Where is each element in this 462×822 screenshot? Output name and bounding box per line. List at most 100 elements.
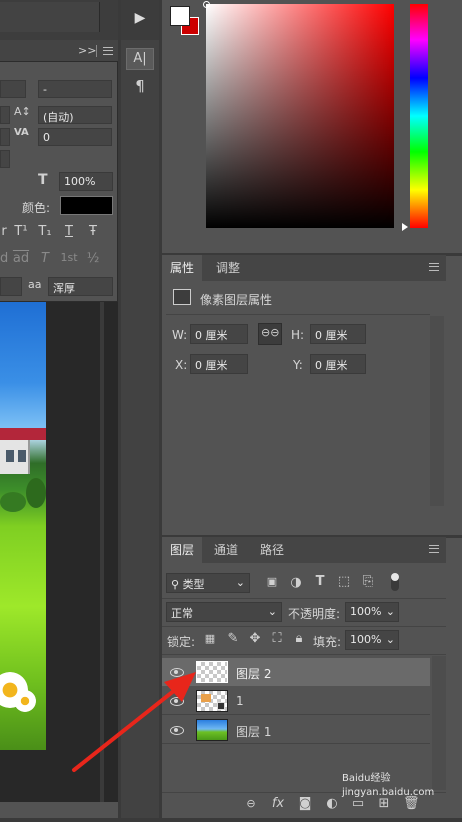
y-value: 0 厘米 bbox=[315, 359, 348, 372]
properties-title: 像素图层属性 bbox=[200, 293, 273, 307]
layers-scrollbar[interactable] bbox=[432, 656, 446, 790]
collapse-icon[interactable]: >> bbox=[78, 44, 96, 57]
character-panel-button[interactable]: A| bbox=[126, 48, 154, 70]
panel-menu-icon[interactable] bbox=[103, 47, 113, 55]
filter-toggle-knob bbox=[391, 573, 399, 581]
w-label: W: bbox=[172, 328, 188, 342]
filter-smart-object-icon[interactable]: ⎘ bbox=[361, 574, 375, 589]
fill-value: 100% bbox=[350, 633, 382, 646]
properties-menu-icon[interactable] bbox=[429, 263, 439, 271]
tab-layers[interactable]: 图层 bbox=[162, 537, 203, 563]
mask-icon[interactable]: ◙ bbox=[297, 796, 313, 811]
faux-italic-icon[interactable]: r bbox=[0, 224, 8, 239]
link-dimensions-button[interactable]: ⊖⊖ bbox=[258, 323, 282, 345]
play-icon[interactable]: ▶ bbox=[128, 10, 152, 26]
lock-artboard-icon[interactable]: ⛶ bbox=[270, 631, 284, 646]
annotation-arrow-shaft bbox=[72, 684, 182, 772]
filter-adjustment-icon[interactable]: ◑ bbox=[289, 575, 303, 590]
layer-name[interactable]: 图层 1 bbox=[236, 723, 271, 740]
hue-slider[interactable] bbox=[410, 4, 428, 228]
blend-mode-dropdown[interactable]: 正常 ⌄ bbox=[166, 602, 282, 622]
chevron-down-icon: ⌄ bbox=[385, 633, 395, 646]
opacity-field[interactable]: 100% ⌄ bbox=[345, 602, 399, 622]
strikethrough-icon[interactable]: Ŧ bbox=[84, 224, 102, 239]
opacity-value: 100% bbox=[350, 605, 382, 618]
properties-scrollbar[interactable] bbox=[430, 316, 444, 506]
tab-channels[interactable]: 通道 bbox=[206, 537, 246, 563]
vertical-scale-value: 100% bbox=[64, 175, 96, 188]
superscript-icon[interactable]: T¹ bbox=[12, 224, 30, 239]
annotation-arrow bbox=[72, 672, 196, 772]
font-size-value: - bbox=[43, 83, 47, 96]
bottom-edge bbox=[0, 818, 462, 822]
tracking-value: 0 bbox=[43, 131, 50, 144]
leading-icon: A↕ bbox=[14, 105, 31, 118]
color-label: 颜色: bbox=[22, 201, 51, 215]
leading-dropdown[interactable]: (自动) bbox=[38, 106, 112, 124]
font-size-dropdown[interactable]: - bbox=[38, 80, 112, 98]
baidu-watermark: Baidu经验 jingyan.baidu.com bbox=[342, 772, 462, 812]
font-style-dropdown[interactable] bbox=[0, 80, 26, 98]
paragraph-icon[interactable]: ¶ bbox=[128, 77, 152, 95]
fill-field[interactable]: 100% ⌄ bbox=[345, 630, 399, 650]
daisy-petals-2 bbox=[14, 690, 36, 712]
filter-pixel-icon[interactable]: ▣ bbox=[265, 575, 279, 588]
annotation-arrow-head bbox=[164, 672, 196, 702]
tree-right bbox=[0, 492, 26, 512]
layers-divider-3 bbox=[162, 654, 446, 655]
link-icon[interactable]: ⊖ bbox=[243, 797, 259, 810]
titling-icon[interactable]: T bbox=[36, 251, 54, 266]
properties-divider bbox=[166, 314, 430, 315]
lock-image-icon[interactable]: ✎ bbox=[226, 631, 240, 646]
layer-name[interactable]: 图层 2 bbox=[236, 665, 271, 682]
properties-tabbar: 属性 调整 bbox=[162, 255, 446, 281]
hue-slider-handle-icon[interactable] bbox=[402, 223, 408, 231]
subscript-icon[interactable]: T₁ bbox=[36, 224, 54, 239]
fraction-icon[interactable]: ½ bbox=[84, 251, 102, 266]
tab-adjustments[interactable]: 调整 bbox=[208, 255, 248, 281]
height-value: 0 厘米 bbox=[315, 329, 348, 342]
layer-name[interactable]: 1 bbox=[236, 694, 244, 708]
saturation-brightness-field[interactable] bbox=[206, 4, 394, 228]
text-color-swatch[interactable] bbox=[60, 196, 113, 215]
fx-icon[interactable]: fx bbox=[270, 796, 286, 811]
vertical-scale-field[interactable]: 100% bbox=[59, 172, 113, 191]
lock-all-icon[interactable]: 🔒︎ bbox=[292, 631, 306, 646]
ligature-icon[interactable]: ad bbox=[12, 251, 30, 266]
y-field[interactable]: 0 厘米 bbox=[310, 354, 366, 374]
chain-link-icon: ⊖⊖ bbox=[261, 326, 280, 339]
lock-transparent-icon[interactable]: ▦ bbox=[203, 632, 217, 645]
left-field-4[interactable] bbox=[0, 150, 10, 168]
filter-shape-icon[interactable]: ⬚ bbox=[337, 574, 351, 589]
underline-icon[interactable]: T bbox=[60, 224, 78, 239]
layer-filter-dropdown[interactable]: ⚲ 类型 ⌄ bbox=[166, 573, 250, 593]
opacity-label: 不透明度: bbox=[288, 607, 341, 621]
language-dropdown[interactable] bbox=[0, 277, 22, 296]
layers-menu-icon[interactable] bbox=[429, 545, 439, 553]
tracking-icon: VA bbox=[14, 127, 29, 138]
watermark-text: Baidu经验 jingyan.baidu.com bbox=[342, 773, 435, 798]
filter-toggle-icon[interactable] bbox=[391, 573, 399, 591]
tracking-dropdown[interactable]: 0 bbox=[38, 128, 112, 146]
adjustment-icon[interactable]: ◐ bbox=[324, 796, 340, 811]
leading-value: (自动) bbox=[43, 111, 74, 124]
swash-icon[interactable]: d bbox=[0, 251, 8, 266]
height-field[interactable]: 0 厘米 bbox=[310, 324, 366, 344]
filter-type-icon[interactable]: T bbox=[313, 574, 327, 589]
canvas-image[interactable] bbox=[0, 302, 46, 750]
house-window-2 bbox=[18, 450, 26, 462]
width-value: 0 厘米 bbox=[195, 329, 228, 342]
tab-properties[interactable]: 属性 bbox=[162, 255, 203, 281]
width-field[interactable]: 0 厘米 bbox=[190, 324, 248, 344]
ordinal-icon[interactable]: 1st bbox=[58, 251, 80, 264]
tab-paths[interactable]: 路径 bbox=[252, 537, 292, 563]
antialias-dropdown[interactable]: 浑厚 bbox=[48, 277, 113, 296]
left-field-2[interactable] bbox=[0, 106, 10, 124]
pixel-layer-icon bbox=[173, 289, 191, 305]
h-label: H: bbox=[291, 328, 305, 342]
left-field-3[interactable] bbox=[0, 128, 10, 146]
smart-object-badge-icon bbox=[217, 702, 225, 710]
foreground-color-swatch[interactable] bbox=[170, 6, 190, 26]
lock-position-icon[interactable]: ✥ bbox=[248, 631, 262, 646]
x-field[interactable]: 0 厘米 bbox=[190, 354, 248, 374]
